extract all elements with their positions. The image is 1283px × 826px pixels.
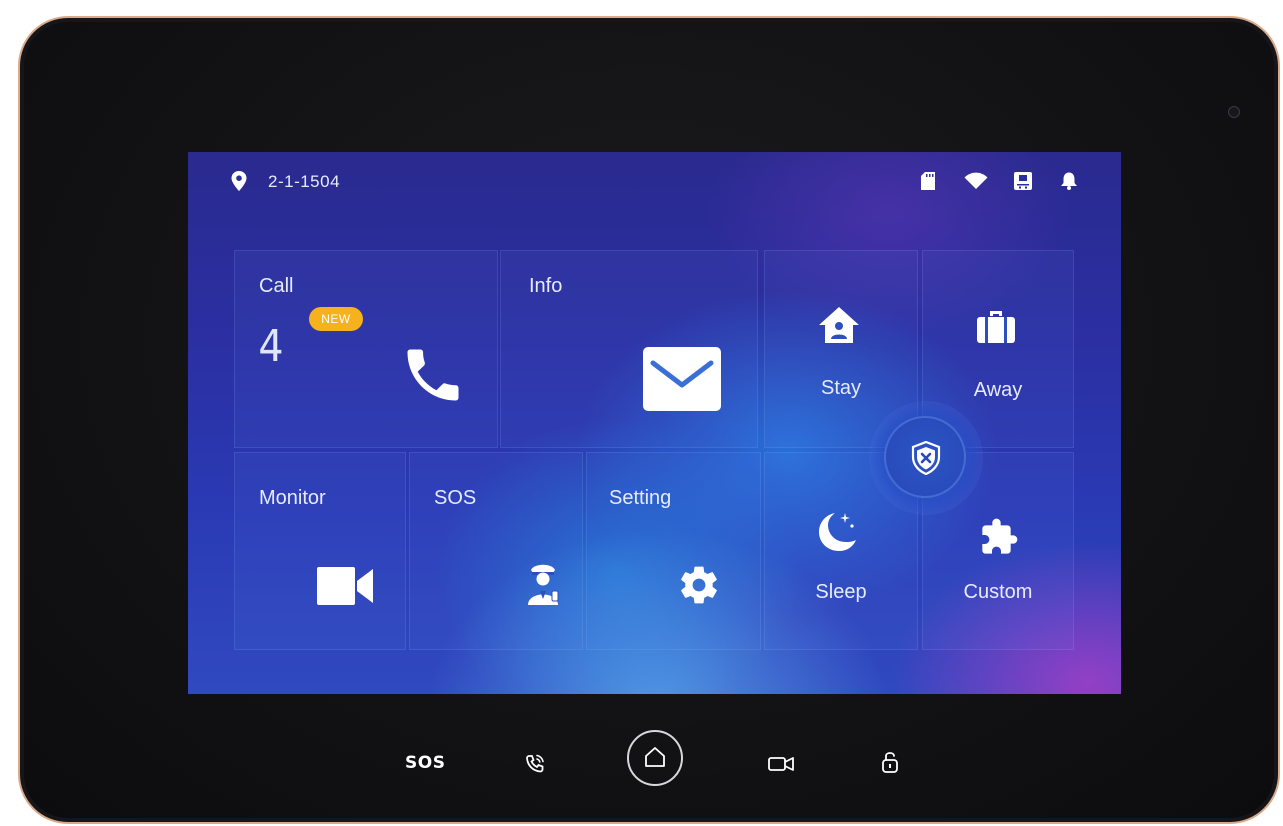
setting-label: Setting (609, 487, 672, 509)
room-number: 2-1-1504 (268, 172, 341, 191)
stay-label: Stay (820, 377, 862, 399)
location-pin-icon (231, 171, 247, 191)
sleep-label: Sleep (815, 581, 867, 603)
moon-icon (819, 513, 856, 551)
shield-x-icon (911, 441, 941, 475)
puzzle-icon (982, 518, 1018, 554)
briefcase-icon (977, 311, 1015, 343)
away-label: Away (973, 379, 1023, 401)
arm-toggle-button[interactable] (869, 401, 983, 515)
phone-icon (407, 349, 459, 401)
hw-sos-button[interactable]: SOS (405, 753, 445, 773)
sd-card-icon (921, 172, 935, 190)
home-button[interactable] (627, 730, 683, 786)
unlock-icon[interactable] (881, 750, 899, 774)
sos-tile[interactable]: SOS (409, 452, 583, 650)
call-label: Call (259, 275, 294, 297)
phone-call-icon[interactable] (524, 753, 546, 775)
new-badge: NEW (309, 307, 363, 331)
status-bar: 2-1-1504 (188, 152, 1121, 212)
video-camera-icon (317, 567, 373, 605)
bell-icon (1061, 172, 1077, 190)
setting-tile[interactable]: Setting (586, 452, 761, 650)
monitor-label: Monitor (259, 487, 326, 509)
home-person-icon (819, 307, 859, 343)
arm-toggle-inner (884, 416, 966, 498)
wifi-icon (964, 172, 988, 189)
info-label: Info (529, 275, 563, 297)
security-guard-icon (528, 564, 559, 605)
monitor-tile[interactable]: Monitor (234, 452, 406, 650)
display-screen: 2-1-1504 Call 4 NEW Info Stay Away Monit… (188, 152, 1121, 694)
front-camera-dot (1228, 106, 1240, 118)
gear-icon (681, 566, 717, 604)
missed-call-count: 4 (258, 321, 284, 372)
camera-icon[interactable] (768, 756, 794, 772)
sos-label: SOS (434, 487, 477, 509)
disarm-indicator-icon (1014, 172, 1032, 190)
custom-label: Custom (963, 581, 1033, 603)
envelope-icon (643, 347, 721, 411)
call-tile[interactable]: Call 4 NEW (234, 250, 498, 448)
info-tile[interactable]: Info (500, 250, 758, 448)
home-icon (645, 747, 665, 767)
